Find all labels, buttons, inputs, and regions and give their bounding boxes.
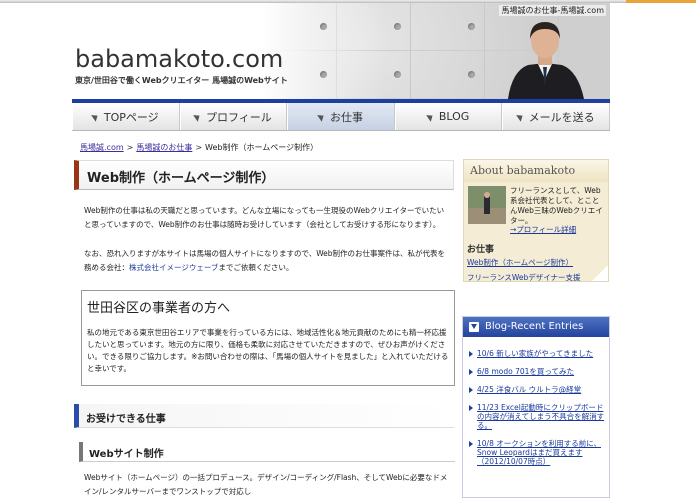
nav-label: お仕事	[329, 110, 363, 124]
recent-entry-link[interactable]: 6/8 modo 701を買ってみた	[467, 367, 607, 376]
service-paragraph: Webサイト（ホームページ）の一括プロデュース。デザイン/コーディング/Flas…	[84, 473, 448, 496]
nav-label: BLOG	[438, 110, 470, 123]
work-link-web[interactable]: Web制作（ホームページ制作）	[467, 257, 573, 268]
notice-text-end: までご依頼ください。	[218, 263, 294, 272]
nav-item-mail[interactable]: メールを送る	[502, 103, 610, 130]
recent-entry-link[interactable]: 11/23 Excel起動時にクリップボードの内容が消えてしまう不具合を解消する…	[467, 403, 607, 430]
work-link-freelance[interactable]: フリーランスWebデザイナー支援	[467, 272, 581, 281]
sub-heading: Webサイト制作	[79, 442, 455, 462]
page-curl-corner	[591, 264, 608, 281]
nav-item-work[interactable]: お仕事	[287, 103, 395, 130]
recent-entries-list: 10/6 新しい家族がやってきました 6/8 modo 701を買ってみた 4/…	[467, 349, 607, 475]
company-link[interactable]: 株式会社イメージウェーブ	[129, 263, 218, 272]
breadcrumb-current: Web制作（ホームページ制作）	[205, 143, 319, 152]
portrait-photo	[508, 22, 584, 99]
arrow-icon	[193, 111, 202, 122]
nav-item-profile[interactable]: プロフィール	[179, 103, 288, 130]
nav-item-blog[interactable]: BLOG	[394, 103, 503, 130]
notice-paragraph: なお、恐れ入りますが本サイトは馬場の個人サイトになりますので、Web制作のお仕事…	[84, 247, 450, 275]
page-title: Web制作（ホームページ制作）	[74, 160, 454, 190]
main-content: Web制作（ホームページ制作） Web制作の仕事は私の天職だと思っています。どん…	[72, 157, 456, 498]
site-title[interactable]: babamakoto.com	[75, 45, 283, 73]
section-heading: お受けできる仕事	[74, 404, 454, 428]
wall-hole-icon	[394, 23, 401, 30]
browser-top-accent	[626, 0, 696, 3]
setagaya-box: 世田谷区の事業者の方へ 私の地元である東京世田谷エリアで事業を行っている方には、…	[81, 290, 455, 386]
header-credit: 馬場誠のお仕事-馬場誠.com	[499, 5, 606, 16]
global-nav: TOPページ プロフィール お仕事 BLOG メールを送る	[72, 103, 610, 131]
profile-detail-link[interactable]: →プロフィール詳細	[510, 224, 576, 235]
breadcrumb-home-link[interactable]: 馬場誠.com	[80, 142, 124, 153]
arrow-icon	[515, 111, 525, 122]
about-box: About babamakoto フリーランスとして、Web系会社代表として、と…	[463, 159, 609, 282]
site-subtitle: 東京/世田谷で働くWebクリエイター 馬場誠のWebサイト	[75, 76, 288, 85]
wall-hole-icon	[320, 71, 327, 78]
site-header: babamakoto.com 東京/世田谷で働くWebクリエイター 馬場誠のWe…	[72, 3, 610, 99]
arrow-icon	[317, 111, 326, 122]
nav-label: プロフィール	[206, 110, 272, 124]
intro-paragraph: Web制作の仕事は私の天職だと思っています。どんな立場になっても一生現役のWeb…	[84, 206, 445, 229]
wall-hole-icon	[468, 23, 475, 30]
wall-hole-icon	[394, 71, 401, 78]
down-arrow-icon	[469, 322, 479, 332]
setagaya-box-title: 世田谷区の事業者の方へ	[87, 301, 231, 316]
breadcrumb-separator: >	[126, 143, 134, 152]
breadcrumb: 馬場誠.com > 馬場誠のお仕事 > Web制作（ホームページ制作）	[80, 142, 318, 153]
recent-entries-box: Blog-Recent Entries 10/6 新しい家族がやってきました 6…	[462, 316, 610, 498]
breadcrumb-separator: >	[195, 143, 203, 152]
wall-hole-icon	[320, 23, 327, 30]
recent-entries-header: Blog-Recent Entries	[463, 317, 609, 337]
nav-label: メールを送る	[528, 110, 595, 124]
about-text: フリーランスとして、Web系会社代表として、とことんWeb三昧のWebクリエイタ…	[510, 186, 603, 225]
recent-entry-link[interactable]: 10/8 オークションを利用する前に、Snow Leopardはまだ買えます（2…	[467, 439, 607, 466]
work-heading: お仕事	[467, 245, 495, 255]
recent-entry-link[interactable]: 10/6 新しい家族がやってきました	[467, 349, 607, 358]
breadcrumb-work-link[interactable]: 馬場誠のお仕事	[136, 142, 192, 153]
wall-hole-icon	[468, 71, 475, 78]
recent-entry-link[interactable]: 4/25 洋食バル ウルトラ@経堂	[467, 385, 607, 394]
setagaya-box-text: 私の地元である東京世田谷エリアで事業を行っている方には、地域活性化＆地元貢献のた…	[87, 328, 449, 373]
arrow-icon	[426, 111, 435, 122]
about-photo	[468, 186, 506, 224]
nav-label: TOPページ	[103, 110, 159, 124]
arrow-icon	[91, 111, 100, 122]
about-title: About babamakoto	[464, 160, 608, 182]
recent-entries-title: Blog-Recent Entries	[485, 321, 584, 332]
nav-item-top[interactable]: TOPページ	[72, 103, 180, 130]
